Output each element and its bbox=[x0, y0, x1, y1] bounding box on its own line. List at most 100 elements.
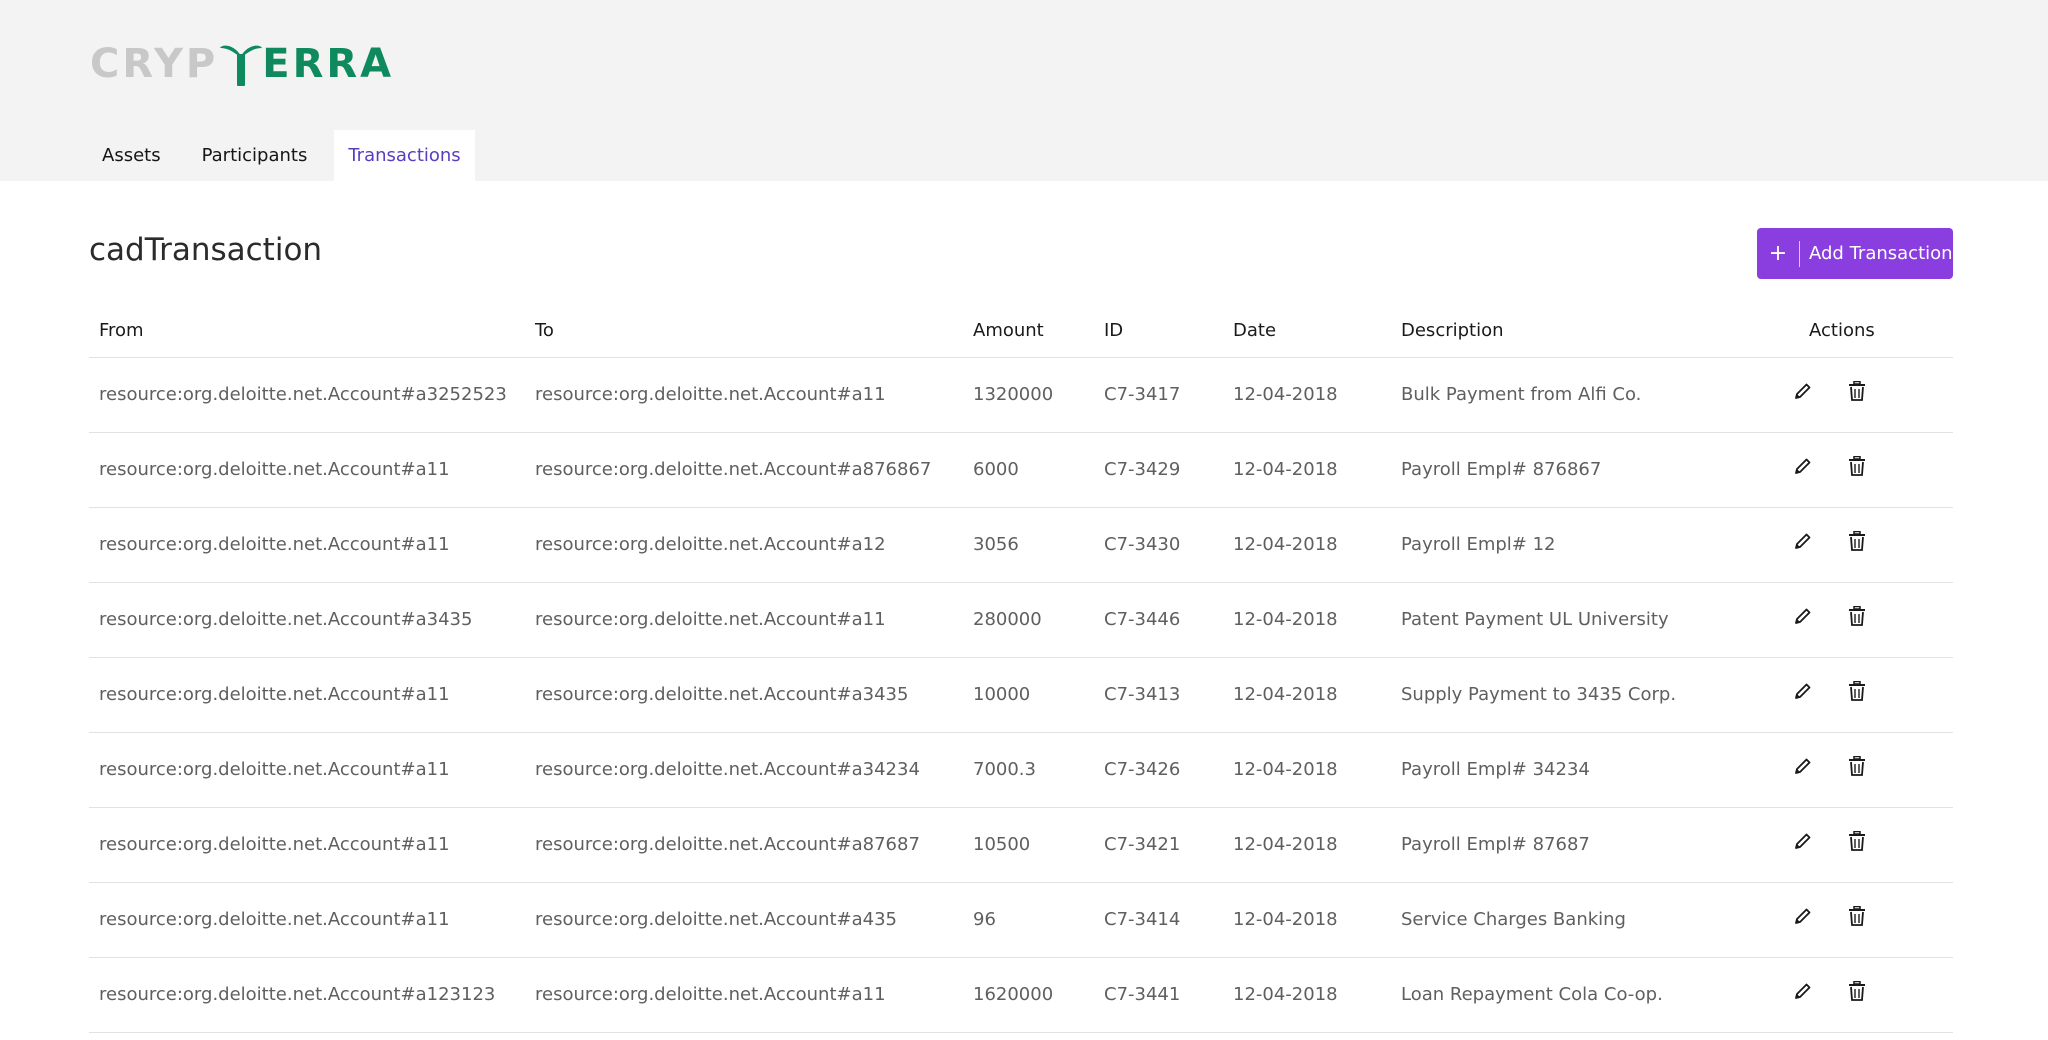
page-title: cadTransaction bbox=[89, 232, 323, 268]
cell-description: Payroll Empl# 12 bbox=[1401, 534, 1556, 555]
pencil-icon[interactable] bbox=[1789, 752, 1817, 780]
cell-date: 12-04-2018 bbox=[1233, 534, 1338, 555]
table-row: resource:org.deloitte.net.Account#a3435 r… bbox=[89, 583, 1953, 658]
header: CRYP ERRA Assets Participants Transactio… bbox=[0, 0, 2048, 181]
pencil-icon[interactable] bbox=[1789, 602, 1817, 630]
cell-from: resource:org.deloitte.net.Account#a11 bbox=[99, 534, 450, 555]
nav-tabs: Assets Participants Transactions bbox=[88, 130, 488, 181]
cell-to: resource:org.deloitte.net.Account#a12 bbox=[535, 534, 886, 555]
cell-from: resource:org.deloitte.net.Account#a11 bbox=[99, 759, 450, 780]
cell-date: 12-04-2018 bbox=[1233, 984, 1338, 1005]
cell-from: resource:org.deloitte.net.Account#a11 bbox=[99, 909, 450, 930]
column-header-id[interactable]: ID bbox=[1104, 306, 1123, 357]
cell-to: resource:org.deloitte.net.Account#a11 bbox=[535, 384, 886, 405]
column-header-from[interactable]: From bbox=[99, 306, 144, 357]
column-header-amount[interactable]: Amount bbox=[973, 306, 1044, 357]
cell-description: Service Charges Banking bbox=[1401, 909, 1626, 930]
table-row: resource:org.deloitte.net.Account#a11 res… bbox=[89, 433, 1953, 508]
trash-icon[interactable] bbox=[1843, 452, 1871, 480]
trash-icon[interactable] bbox=[1843, 827, 1871, 855]
cell-id: C7-3426 bbox=[1104, 759, 1181, 780]
cell-id: C7-3441 bbox=[1104, 984, 1181, 1005]
cell-id: C7-3413 bbox=[1104, 684, 1181, 705]
cell-id: C7-3417 bbox=[1104, 384, 1181, 405]
column-header-actions: Actions bbox=[1809, 320, 1875, 341]
trash-icon[interactable] bbox=[1843, 902, 1871, 930]
cell-amount: 7000.3 bbox=[973, 759, 1036, 780]
cell-date: 12-04-2018 bbox=[1233, 684, 1338, 705]
cell-description: Payroll Empl# 34234 bbox=[1401, 759, 1590, 780]
pencil-icon[interactable] bbox=[1789, 527, 1817, 555]
cell-to: resource:org.deloitte.net.Account#a11 bbox=[535, 984, 886, 1005]
cell-description: Patent Payment UL University bbox=[1401, 609, 1669, 630]
column-header-date[interactable]: Date bbox=[1233, 306, 1276, 357]
trash-icon[interactable] bbox=[1843, 752, 1871, 780]
cell-id: C7-3429 bbox=[1104, 459, 1181, 480]
cell-date: 12-04-2018 bbox=[1233, 834, 1338, 855]
cell-id: C7-3446 bbox=[1104, 609, 1181, 630]
trash-icon[interactable] bbox=[1843, 377, 1871, 405]
cell-description: Payroll Empl# 87687 bbox=[1401, 834, 1590, 855]
cell-id: C7-3414 bbox=[1104, 909, 1181, 930]
cell-from: resource:org.deloitte.net.Account#a12312… bbox=[99, 984, 496, 1005]
cell-from: resource:org.deloitte.net.Account#a32525… bbox=[99, 384, 507, 405]
pencil-icon[interactable] bbox=[1789, 977, 1817, 1005]
tab-transactions[interactable]: Transactions bbox=[334, 130, 475, 181]
cell-id: C7-3430 bbox=[1104, 534, 1181, 555]
cell-to: resource:org.deloitte.net.Account#a87687 bbox=[535, 834, 920, 855]
app-root: CRYP ERRA Assets Participants Transactio… bbox=[0, 0, 2048, 1040]
cell-amount: 10500 bbox=[973, 834, 1031, 855]
logo-text-green: ERRA bbox=[262, 41, 395, 87]
cell-amount: 10000 bbox=[973, 684, 1031, 705]
pencil-icon[interactable] bbox=[1789, 902, 1817, 930]
cell-to: resource:org.deloitte.net.Account#a87686… bbox=[535, 459, 932, 480]
pencil-icon[interactable] bbox=[1789, 452, 1817, 480]
table-row: resource:org.deloitte.net.Account#a32525… bbox=[89, 358, 1953, 433]
pencil-icon[interactable] bbox=[1789, 677, 1817, 705]
cell-amount: 280000 bbox=[973, 609, 1042, 630]
cell-to: resource:org.deloitte.net.Account#a11 bbox=[535, 609, 886, 630]
cell-to: resource:org.deloitte.net.Account#a435 bbox=[535, 909, 897, 930]
table-row: resource:org.deloitte.net.Account#a11 res… bbox=[89, 733, 1953, 808]
logo-text-gray: CRYP bbox=[90, 41, 219, 87]
cell-description: Bulk Payment from Alfi Co. bbox=[1401, 384, 1642, 405]
table-row: resource:org.deloitte.net.Account#a11 res… bbox=[89, 808, 1953, 883]
cell-from: resource:org.deloitte.net.Account#a3435 bbox=[99, 609, 473, 630]
cell-date: 12-04-2018 bbox=[1233, 609, 1338, 630]
pencil-icon[interactable] bbox=[1789, 377, 1817, 405]
add-transaction-label: Add Transaction bbox=[1809, 243, 1953, 264]
cell-from: resource:org.deloitte.net.Account#a11 bbox=[99, 459, 450, 480]
cell-from: resource:org.deloitte.net.Account#a11 bbox=[99, 684, 450, 705]
cell-id: C7-3421 bbox=[1104, 834, 1181, 855]
cell-amount: 1320000 bbox=[973, 384, 1054, 405]
add-transaction-button[interactable]: + Add Transaction bbox=[1757, 228, 1953, 279]
sprout-icon bbox=[218, 42, 264, 86]
trash-icon[interactable] bbox=[1843, 677, 1871, 705]
transactions-table: From To Amount ID Date Description Actio… bbox=[89, 306, 1953, 1033]
pencil-icon[interactable] bbox=[1789, 827, 1817, 855]
cell-date: 12-04-2018 bbox=[1233, 459, 1338, 480]
table-row: resource:org.deloitte.net.Account#a11 res… bbox=[89, 658, 1953, 733]
column-header-description[interactable]: Description bbox=[1401, 306, 1504, 357]
cell-amount: 1620000 bbox=[973, 984, 1054, 1005]
logo[interactable]: CRYP ERRA bbox=[90, 42, 394, 86]
column-header-to[interactable]: To bbox=[535, 306, 554, 357]
cell-description: Supply Payment to 3435 Corp. bbox=[1401, 684, 1677, 705]
cell-description: Loan Repayment Cola Co-op. bbox=[1401, 984, 1663, 1005]
cell-amount: 96 bbox=[973, 909, 996, 930]
trash-icon[interactable] bbox=[1843, 977, 1871, 1005]
table-body: resource:org.deloitte.net.Account#a32525… bbox=[89, 358, 1953, 1033]
table-row: resource:org.deloitte.net.Account#a12312… bbox=[89, 958, 1953, 1033]
table-header: From To Amount ID Date Description Actio… bbox=[89, 306, 1953, 358]
cell-description: Payroll Empl# 876867 bbox=[1401, 459, 1602, 480]
trash-icon[interactable] bbox=[1843, 602, 1871, 630]
cell-amount: 3056 bbox=[973, 534, 1019, 555]
cell-amount: 6000 bbox=[973, 459, 1019, 480]
tab-participants[interactable]: Participants bbox=[188, 130, 322, 181]
plus-icon: + bbox=[1768, 241, 1788, 266]
cell-to: resource:org.deloitte.net.Account#a3435 bbox=[535, 684, 909, 705]
cell-from: resource:org.deloitte.net.Account#a11 bbox=[99, 834, 450, 855]
trash-icon[interactable] bbox=[1843, 527, 1871, 555]
tab-assets[interactable]: Assets bbox=[88, 130, 175, 181]
cell-to: resource:org.deloitte.net.Account#a34234 bbox=[535, 759, 920, 780]
